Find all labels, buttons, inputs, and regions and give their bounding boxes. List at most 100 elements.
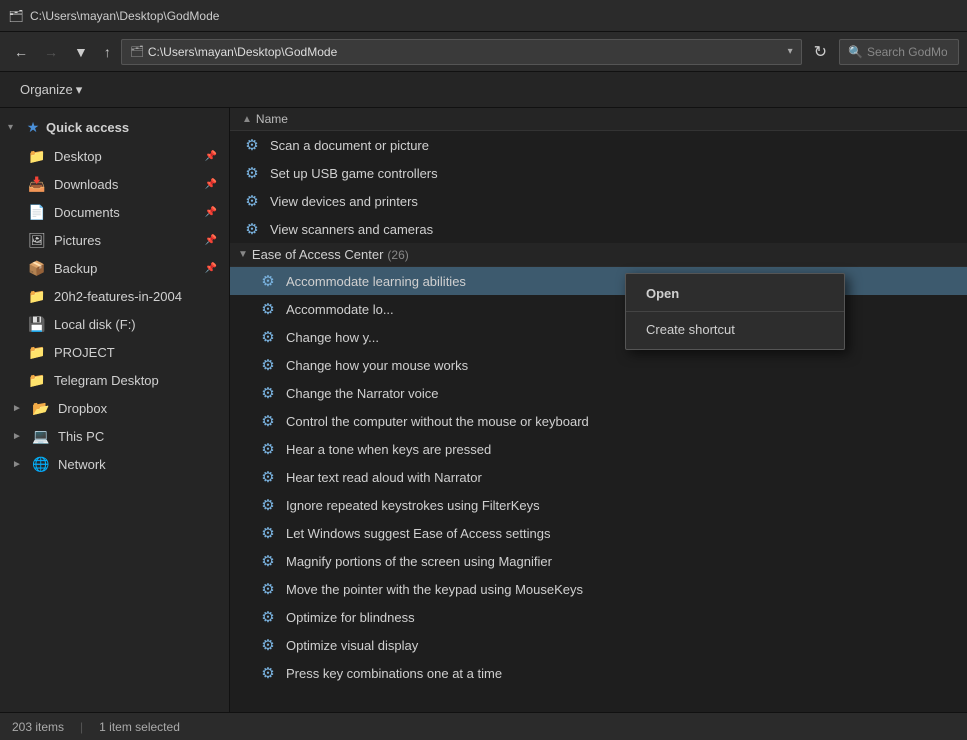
file-row[interactable]: ⚙ Ignore repeated keystrokes using Filte… bbox=[230, 491, 967, 519]
sidebar-item-label: Pictures bbox=[54, 233, 197, 248]
item-gear-icon: ⚙ bbox=[242, 219, 262, 239]
recent-locations-button[interactable]: ▼ bbox=[68, 40, 94, 64]
file-row[interactable]: ⚙ Scan a document or picture bbox=[230, 131, 967, 159]
file-row[interactable]: ⚙ Magnify portions of the screen using M… bbox=[230, 547, 967, 575]
item-gear-icon: ⚙ bbox=[258, 495, 278, 515]
app-icon: 🗂 bbox=[8, 8, 24, 24]
item-gear-icon: ⚙ bbox=[258, 663, 278, 683]
toolbar: ← → ▼ ↑ 🗂 C:\Users\mayan\Desktop\GodMode… bbox=[0, 32, 967, 72]
file-name: Hear text read aloud with Narrator bbox=[286, 470, 482, 485]
column-header: ▲ Name bbox=[230, 108, 967, 131]
back-button[interactable]: ← bbox=[8, 40, 34, 64]
context-menu: Open Create shortcut bbox=[625, 273, 845, 350]
network-chevron-icon: ► bbox=[12, 459, 24, 470]
file-row[interactable]: ⚙ Press key combinations one at a time bbox=[230, 659, 967, 687]
file-row[interactable]: ⚙ View scanners and cameras bbox=[230, 215, 967, 243]
sidebar-section-quick-access[interactable]: ▾ ★ Quick access bbox=[0, 112, 229, 142]
file-name: Press key combinations one at a time bbox=[286, 666, 502, 681]
search-box[interactable]: 🔍 bbox=[839, 39, 959, 65]
title-bar: 🗂 C:\Users\mayan\Desktop\GodMode bbox=[0, 0, 967, 32]
file-row[interactable]: ⚙ Hear text read aloud with Narrator bbox=[230, 463, 967, 491]
item-gear-icon: ⚙ bbox=[258, 439, 278, 459]
sidebar-item-localdisk[interactable]: 💾 Local disk (F:) bbox=[0, 310, 229, 338]
sidebar-item-pictures[interactable]: 🖼 Pictures 📌 bbox=[0, 226, 229, 254]
item-gear-icon: ⚙ bbox=[242, 135, 262, 155]
sidebar-item-label: 20h2-features-in-2004 bbox=[54, 289, 217, 304]
file-name: Scan a document or picture bbox=[270, 138, 429, 153]
selected-count: 1 item selected bbox=[99, 720, 180, 734]
item-gear-icon: ⚙ bbox=[258, 523, 278, 543]
file-name: Accommodate learning abilities bbox=[286, 274, 466, 289]
address-bar[interactable]: 🗂 C:\Users\mayan\Desktop\GodMode ▾ bbox=[121, 39, 802, 65]
sidebar-item-label: Telegram Desktop bbox=[54, 373, 217, 388]
file-name: Move the pointer with the keypad using M… bbox=[286, 582, 583, 597]
sidebar-item-documents[interactable]: 📄 Documents 📌 bbox=[0, 198, 229, 226]
category-count: (26) bbox=[387, 248, 408, 262]
sidebar-item-backup[interactable]: 📦 Backup 📌 bbox=[0, 254, 229, 282]
organize-button[interactable]: Organize ▾ bbox=[12, 78, 90, 102]
sidebar-item-label: PROJECT bbox=[54, 345, 217, 360]
sidebar-item-label: Backup bbox=[54, 261, 197, 276]
documents-folder-icon: 📄 bbox=[28, 203, 46, 221]
file-name: Accommodate lo... bbox=[286, 302, 394, 317]
file-row[interactable]: ⚙ Move the pointer with the keypad using… bbox=[230, 575, 967, 603]
sidebar-item-downloads[interactable]: 📥 Downloads 📌 bbox=[0, 170, 229, 198]
file-row[interactable]: ⚙ Let Windows suggest Ease of Access set… bbox=[230, 519, 967, 547]
refresh-button[interactable]: ↻ bbox=[806, 38, 835, 66]
file-name: View scanners and cameras bbox=[270, 222, 433, 237]
organize-label: Organize bbox=[20, 82, 73, 97]
search-icon: 🔍 bbox=[848, 45, 863, 59]
sidebar-item-desktop[interactable]: 📁 Desktop 📌 bbox=[0, 142, 229, 170]
sidebar-item-telegram[interactable]: 📁 Telegram Desktop bbox=[0, 366, 229, 394]
sidebar-item-label: This PC bbox=[58, 429, 217, 444]
ease-of-access-chevron-icon: ▼ bbox=[238, 249, 248, 260]
sidebar-item-dropbox[interactable]: ► 📂 Dropbox bbox=[0, 394, 229, 422]
file-row[interactable]: ⚙ Set up USB game controllers bbox=[230, 159, 967, 187]
file-name: Ignore repeated keystrokes using FilterK… bbox=[286, 498, 540, 513]
context-menu-create-shortcut[interactable]: Create shortcut bbox=[626, 314, 844, 345]
file-row-selected[interactable]: ⚙ Accommodate learning abilities bbox=[230, 267, 967, 295]
dropbox-chevron-icon: ► bbox=[12, 403, 24, 414]
file-row[interactable]: ⚙ Change how y... bbox=[230, 323, 967, 351]
search-input[interactable] bbox=[867, 45, 947, 59]
item-gear-icon: ⚙ bbox=[258, 327, 278, 347]
file-row[interactable]: ⚙ Change how your mouse works bbox=[230, 351, 967, 379]
pin-icon: 📌 bbox=[205, 263, 217, 274]
file-row[interactable]: ⚙ Change the Narrator voice bbox=[230, 379, 967, 407]
status-bar: 203 items | 1 item selected bbox=[0, 712, 967, 740]
file-name: Change how y... bbox=[286, 330, 379, 345]
file-name: Optimize visual display bbox=[286, 638, 418, 653]
sidebar-item-20h2[interactable]: 📁 20h2-features-in-2004 bbox=[0, 282, 229, 310]
desktop-folder-icon: 📁 bbox=[28, 147, 46, 165]
forward-button[interactable]: → bbox=[38, 40, 64, 64]
sidebar-item-project[interactable]: 📁 PROJECT bbox=[0, 338, 229, 366]
pin-icon: 📌 bbox=[205, 179, 217, 190]
item-gear-icon: ⚙ bbox=[258, 635, 278, 655]
item-gear-icon: ⚙ bbox=[258, 355, 278, 375]
file-row[interactable]: ⚙ View devices and printers bbox=[230, 187, 967, 215]
thispc-chevron-icon: ► bbox=[12, 431, 24, 442]
up-button[interactable]: ↑ bbox=[98, 40, 117, 64]
sidebar-item-network[interactable]: ► 🌐 Network bbox=[0, 450, 229, 478]
category-name: Ease of Access Center bbox=[252, 247, 384, 262]
file-row[interactable]: ⚙ Optimize visual display bbox=[230, 631, 967, 659]
file-name: Optimize for blindness bbox=[286, 610, 415, 625]
address-text: C:\Users\mayan\Desktop\GodMode bbox=[148, 45, 784, 59]
sort-icon: ▲ bbox=[242, 114, 252, 125]
item-gear-icon: ⚙ bbox=[258, 579, 278, 599]
sidebar-item-thispc[interactable]: ► 💻 This PC bbox=[0, 422, 229, 450]
file-name: View devices and printers bbox=[270, 194, 418, 209]
item-gear-icon: ⚙ bbox=[258, 411, 278, 431]
file-row[interactable]: ⚙ Control the computer without the mouse… bbox=[230, 407, 967, 435]
file-row[interactable]: ⚙ Optimize for blindness bbox=[230, 603, 967, 631]
item-gear-icon: ⚙ bbox=[258, 271, 278, 291]
item-gear-icon: ⚙ bbox=[258, 467, 278, 487]
pin-icon: 📌 bbox=[205, 235, 217, 246]
sidebar: ▾ ★ Quick access 📁 Desktop 📌 📥 Downloads… bbox=[0, 108, 230, 712]
project-folder-icon: 📁 bbox=[28, 343, 46, 361]
context-menu-open[interactable]: Open bbox=[626, 278, 844, 309]
file-row[interactable]: ⚙ Hear a tone when keys are pressed bbox=[230, 435, 967, 463]
file-row[interactable]: ⚙ Accommodate lo... bbox=[230, 295, 967, 323]
quick-access-star-icon: ★ bbox=[24, 118, 42, 136]
category-row-ease-of-access[interactable]: ▼ Ease of Access Center (26) bbox=[230, 243, 967, 267]
